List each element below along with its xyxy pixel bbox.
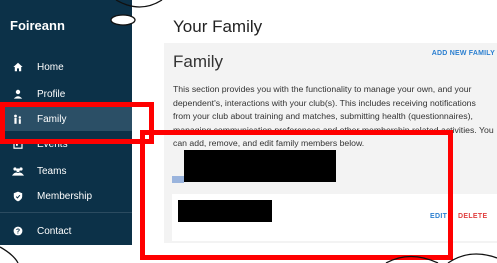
add-new-family-button[interactable]: ADD NEW FAMILY xyxy=(432,50,495,57)
sidebar-item-label: Teams xyxy=(37,165,67,177)
annotation-arc xyxy=(447,253,497,263)
person-icon xyxy=(9,89,27,99)
page-title: Your Family xyxy=(173,17,263,36)
brand-logo[interactable]: Foireann xyxy=(10,18,65,33)
shield-icon xyxy=(9,191,27,202)
section-heading: Family xyxy=(173,52,224,71)
sidebar-item-label: Home xyxy=(37,61,64,73)
delete-member-button[interactable]: DELETE xyxy=(458,213,487,220)
sidebar-item-label: Contact xyxy=(37,225,72,237)
sidebar-item-contact[interactable]: ? Contact xyxy=(0,219,132,243)
annotation-arc xyxy=(0,246,19,263)
help-icon: ? xyxy=(9,226,27,236)
highlight-box-member xyxy=(140,130,453,260)
highlight-box-family xyxy=(0,102,154,144)
sidebar-item-teams[interactable]: Teams xyxy=(0,159,132,183)
group-icon xyxy=(9,166,27,176)
sidebar-item-label: Profile xyxy=(37,88,66,100)
home-icon xyxy=(9,62,27,72)
sidebar-item-home[interactable]: Home xyxy=(0,55,132,79)
sidebar-item-label: Membership xyxy=(37,190,93,202)
sidebar-divider xyxy=(0,212,132,213)
svg-text:?: ? xyxy=(16,229,20,236)
sidebar-item-membership[interactable]: Membership xyxy=(0,184,132,208)
